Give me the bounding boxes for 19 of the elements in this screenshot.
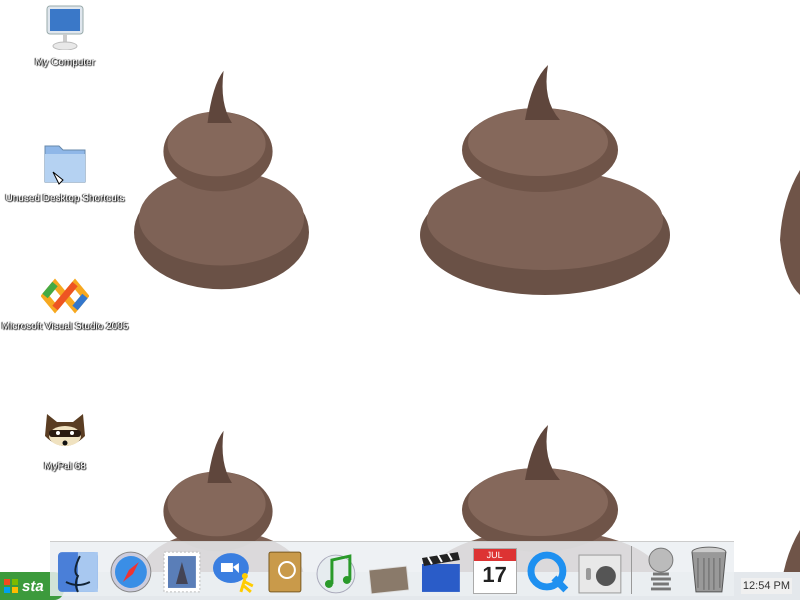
calendar-day: 17 [482, 561, 507, 589]
trash-icon[interactable] [690, 546, 728, 594]
desktop-icon-label[interactable]: Microsoft Visual Studio 2005 [0, 320, 130, 333]
infinity-logo-icon[interactable] [41, 278, 89, 314]
q-letter-icon[interactable] [526, 550, 570, 594]
photo-icon[interactable] [369, 564, 409, 594]
desktop-icon-label[interactable]: My Computer [0, 56, 130, 69]
monitor-icon[interactable] [45, 4, 85, 50]
dock-separator [631, 546, 632, 594]
compass-icon[interactable] [108, 550, 153, 594]
calendar-icon[interactable]: JUL 17 [472, 548, 517, 594]
windows-flag-icon [3, 578, 19, 594]
clock[interactable]: 12:54 PM [740, 578, 792, 594]
desktop-icon-label[interactable]: Unused Desktop Shortcuts [0, 192, 130, 205]
smiling-face-icon[interactable] [56, 550, 100, 594]
calendar-month: JUL [474, 549, 516, 561]
chat-bubble-icon[interactable] [210, 550, 256, 594]
stamp-icon[interactable] [162, 550, 202, 594]
desktop-icon-label[interactable]: MyPal 68 [0, 460, 130, 473]
